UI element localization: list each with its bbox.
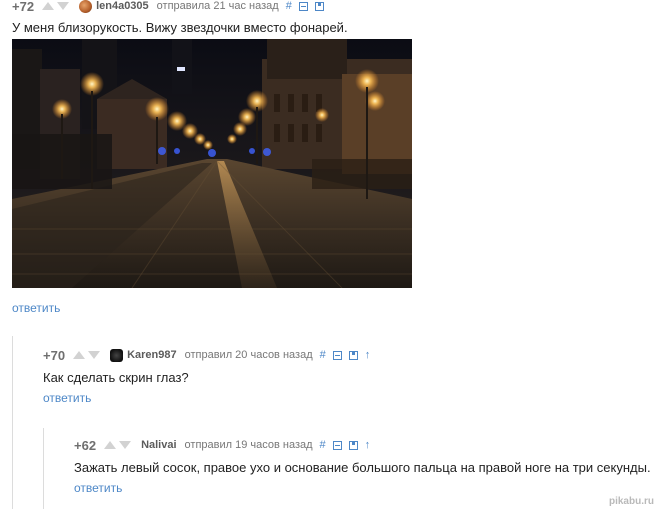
comment-header: +72 len4a0305 отправила 21 час назад # [12, 0, 324, 14]
permalink-hash-icon[interactable]: # [286, 0, 292, 12]
permalink-hash-icon[interactable]: # [320, 349, 326, 361]
comment-rating: +70 [43, 347, 66, 363]
comment-author[interactable]: Karen987 [127, 349, 177, 361]
save-icon[interactable] [348, 350, 358, 360]
comment-image[interactable] [12, 39, 412, 288]
upvote-arrow-icon[interactable] [42, 2, 55, 10]
comment-header: +62 Nalivai отправил 19 часов назад # ↑ [74, 437, 370, 453]
collapse-icon[interactable] [332, 440, 342, 450]
reply-link[interactable]: ответить [43, 391, 91, 405]
comment-rating: +72 [12, 0, 35, 14]
thread-line[interactable] [12, 336, 13, 509]
comment-rating: +62 [74, 437, 97, 453]
parent-arrow-icon[interactable]: ↑ [365, 349, 371, 361]
downvote-arrow-icon[interactable] [119, 441, 132, 449]
comment-author[interactable]: len4a0305 [96, 0, 149, 12]
site-watermark: pikabu.ru [608, 496, 654, 507]
downvote-arrow-icon[interactable] [88, 351, 101, 359]
save-icon[interactable] [314, 1, 324, 11]
permalink-hash-icon[interactable]: # [320, 439, 326, 451]
comment-text: Как сделать скрин глаз? [43, 370, 189, 385]
night-street-photo [12, 39, 412, 288]
thread-line[interactable] [43, 428, 44, 509]
collapse-icon[interactable] [332, 350, 342, 360]
comment-header: +70 Karen987 отправил 20 часов назад # ↑ [43, 347, 370, 363]
reply-link[interactable]: ответить [74, 481, 122, 495]
comment-time: отправила 21 час назад [156, 0, 279, 12]
comment-text: У меня близорукость. Вижу звездочки вмес… [12, 20, 348, 35]
downvote-arrow-icon[interactable] [57, 2, 70, 10]
comment-time: отправил 20 часов назад [184, 349, 313, 361]
parent-arrow-icon[interactable]: ↑ [365, 439, 371, 451]
save-icon[interactable] [348, 440, 358, 450]
avatar[interactable] [110, 348, 124, 362]
comment-text: Зажать левый сосок, правое ухо и основан… [74, 460, 651, 475]
comment-author[interactable]: Nalivai [141, 439, 176, 451]
avatar[interactable] [79, 0, 93, 13]
collapse-icon[interactable] [298, 1, 308, 11]
reply-link[interactable]: ответить [12, 301, 60, 315]
comment-time: отправил 19 часов назад [184, 439, 313, 451]
upvote-arrow-icon[interactable] [104, 441, 117, 449]
upvote-arrow-icon[interactable] [73, 351, 86, 359]
